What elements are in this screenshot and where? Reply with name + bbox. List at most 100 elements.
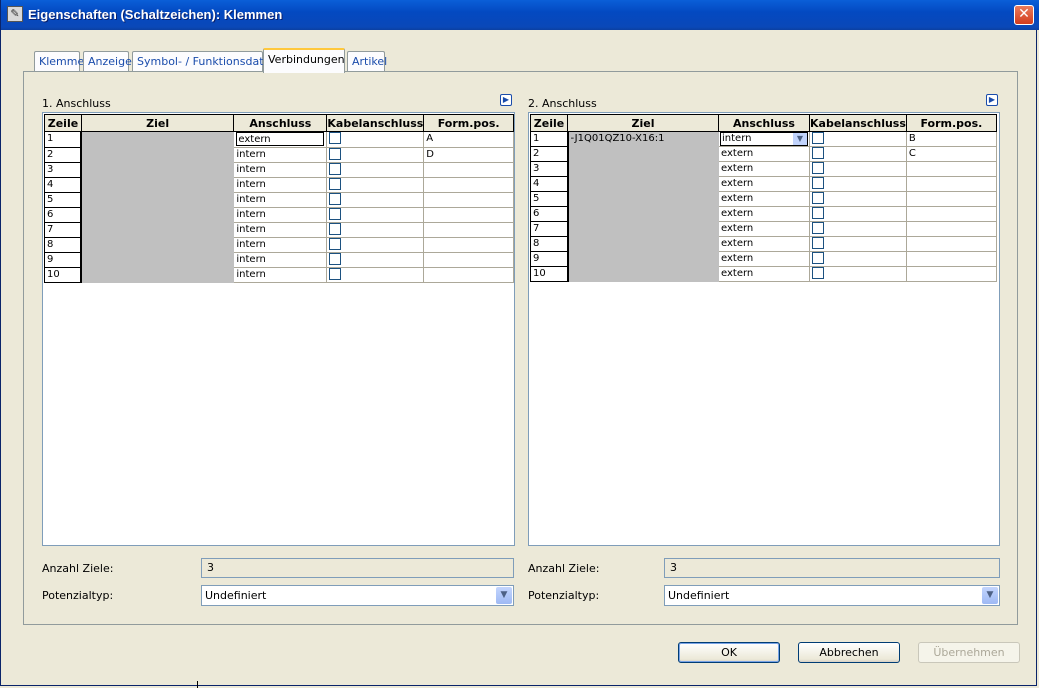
ziel-cell[interactable] [80, 266, 235, 283]
kabelanschluss-checkbox[interactable] [329, 238, 342, 250]
formpos-cell[interactable] [905, 191, 997, 207]
chevron-down-icon[interactable]: ▼ [982, 587, 998, 604]
kabelanschluss-checkbox[interactable] [812, 207, 824, 219]
kabelanschluss-checkbox[interactable] [329, 178, 342, 190]
table-row[interactable]: 5 intern [44, 191, 514, 208]
formpos-cell[interactable] [423, 266, 514, 283]
kabelanschluss-checkbox[interactable] [329, 223, 342, 235]
kabelanschluss-cell[interactable] [326, 221, 425, 238]
table-row[interactable]: 3 extern [530, 161, 997, 177]
anschluss-cell[interactable]: intern [233, 191, 328, 208]
anschluss-cell[interactable]: intern [233, 266, 328, 283]
table-row[interactable]: 10 extern [530, 266, 997, 282]
anschluss-cell[interactable]: intern [233, 221, 328, 238]
ok-button[interactable]: OK [678, 642, 780, 663]
left-expand-icon[interactable]: ▶ [500, 94, 512, 106]
formpos-cell[interactable] [423, 206, 514, 223]
kabelanschluss-checkbox[interactable] [329, 253, 342, 265]
formpos-cell[interactable] [423, 161, 514, 178]
table-row[interactable]: 8 extern [530, 236, 997, 252]
anschluss-cell[interactable]: extern [718, 236, 810, 252]
formpos-cell[interactable] [423, 191, 514, 208]
kabelanschluss-cell[interactable] [809, 266, 907, 282]
formpos-cell[interactable] [905, 236, 997, 252]
anschluss-dropdown[interactable]: intern ▼ [720, 132, 808, 146]
kabelanschluss-cell[interactable] [326, 176, 425, 193]
anschluss-cell[interactable]: extern [718, 146, 810, 162]
ziel-cell[interactable] [567, 221, 719, 237]
formpos-cell[interactable]: B [905, 131, 997, 147]
cancel-button[interactable]: Abbrechen [798, 642, 900, 663]
left-connections-grid[interactable]: Zeile Ziel Anschluss Kabelanschluss Form… [42, 112, 515, 546]
table-row[interactable]: 7 intern [44, 221, 514, 238]
table-row[interactable]: 6 intern [44, 206, 514, 223]
kabelanschluss-cell[interactable] [326, 266, 425, 283]
table-row[interactable]: 10 intern [44, 266, 514, 283]
anschluss-cell[interactable]: extern [718, 251, 810, 267]
title-bar[interactable]: ✎ Eigenschaften (Schaltzeichen): Klemmen… [1, 0, 1039, 30]
kabelanschluss-cell[interactable] [809, 221, 907, 237]
table-row[interactable]: 9 extern [530, 251, 997, 267]
formpos-cell[interactable] [423, 251, 514, 268]
kabelanschluss-cell[interactable] [809, 251, 907, 267]
ziel-cell[interactable] [80, 176, 235, 193]
anschluss-cell[interactable]: extern [718, 206, 810, 222]
right-connections-grid[interactable]: Zeile Ziel Anschluss Kabelanschluss Form… [528, 112, 1000, 546]
header-formpos[interactable]: Form.pos. [423, 114, 514, 132]
kabelanschluss-cell[interactable] [326, 146, 425, 163]
anschluss-input[interactable] [236, 132, 325, 146]
kabelanschluss-cell[interactable] [326, 161, 425, 178]
formpos-cell[interactable] [905, 266, 997, 282]
anschluss-cell[interactable] [233, 131, 328, 148]
anschluss-cell[interactable]: intern [233, 251, 328, 268]
table-row[interactable]: 7 extern [530, 221, 997, 237]
table-row[interactable]: 2 extern C [530, 146, 997, 162]
table-row[interactable]: 4 intern [44, 176, 514, 193]
ziel-cell[interactable] [567, 251, 719, 267]
tab-symbol-funktionsdaten[interactable]: Symbol- / Funktionsdaten [132, 51, 277, 71]
table-row[interactable]: 8 intern [44, 236, 514, 253]
tab-anzeige[interactable]: Anzeige [83, 51, 132, 71]
kabelanschluss-cell[interactable] [809, 161, 907, 177]
ziel-cell[interactable] [567, 191, 719, 207]
ziel-cell[interactable] [567, 236, 719, 252]
ziel-cell[interactable] [567, 146, 719, 162]
header-anschluss[interactable]: Anschluss [718, 114, 810, 132]
anschluss-cell[interactable]: intern [233, 236, 328, 253]
anschluss-cell[interactable]: intern [233, 176, 328, 193]
anschluss-cell[interactable]: extern [718, 191, 810, 207]
ziel-cell[interactable] [567, 176, 719, 192]
kabelanschluss-checkbox[interactable] [812, 147, 824, 159]
header-formpos[interactable]: Form.pos. [905, 114, 997, 132]
anschluss-cell[interactable]: intern [233, 146, 328, 163]
tab-klemme[interactable]: Klemme [34, 51, 84, 71]
ziel-cell[interactable] [80, 191, 235, 208]
kabelanschluss-checkbox[interactable] [812, 192, 824, 204]
formpos-cell[interactable] [423, 176, 514, 193]
header-zeile[interactable]: Zeile [44, 114, 82, 132]
table-row[interactable]: 6 extern [530, 206, 997, 222]
anschluss-cell[interactable]: intern [233, 161, 328, 178]
kabelanschluss-checkbox[interactable] [812, 162, 824, 174]
ziel-cell[interactable] [80, 251, 235, 268]
table-row[interactable]: 9 intern [44, 251, 514, 268]
formpos-cell[interactable] [905, 251, 997, 267]
kabelanschluss-cell[interactable] [809, 131, 907, 147]
table-row[interactable]: 1 A [44, 131, 514, 148]
kabelanschluss-checkbox[interactable] [812, 252, 824, 264]
kabelanschluss-checkbox[interactable] [329, 208, 342, 220]
anschluss-cell[interactable]: extern [718, 266, 810, 282]
kabelanschluss-checkbox[interactable] [812, 222, 824, 234]
kabelanschluss-checkbox[interactable] [812, 132, 824, 144]
table-row[interactable]: 4 extern [530, 176, 997, 192]
kabelanschluss-checkbox[interactable] [812, 177, 824, 189]
kabelanschluss-cell[interactable] [326, 236, 425, 253]
kabelanschluss-checkbox[interactable] [812, 237, 824, 249]
ziel-cell[interactable] [80, 146, 235, 163]
ziel-cell[interactable] [80, 206, 235, 223]
ziel-cell[interactable] [80, 221, 235, 238]
kabelanschluss-cell[interactable] [326, 251, 425, 268]
table-row[interactable]: 1 -J1Q01QZ10-X16:1 intern ▼ B [530, 131, 997, 147]
close-button[interactable]: ✕ [1014, 5, 1034, 25]
kabelanschluss-checkbox[interactable] [329, 132, 342, 145]
